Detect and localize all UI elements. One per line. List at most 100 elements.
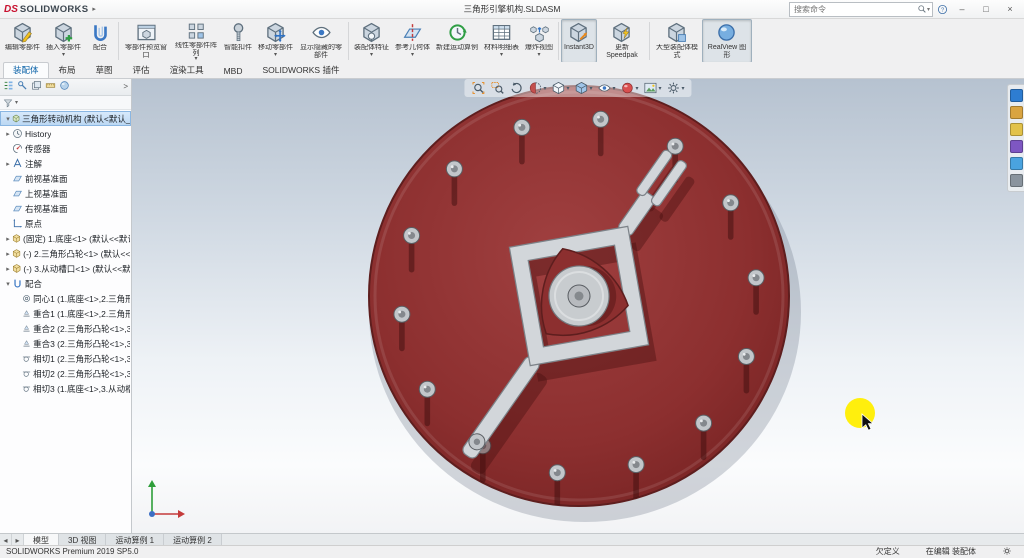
appearances-scenes-button[interactable] bbox=[1009, 157, 1023, 170]
panel-property-icon bbox=[18, 81, 27, 90]
tree-item[interactable]: ▾ 三角形转动机构 (默认<默认_显示状态- bbox=[0, 111, 131, 126]
tree-expand-arrow[interactable]: ▸ bbox=[4, 250, 12, 258]
zoom-area-button[interactable] bbox=[489, 80, 505, 96]
design-library-button[interactable] bbox=[1009, 106, 1023, 119]
ribbon-button-bom[interactable]: 材料明细表 ▾ bbox=[481, 19, 522, 63]
panel-config-tab[interactable] bbox=[31, 80, 42, 93]
search-caret-icon[interactable]: ▾ bbox=[927, 6, 930, 13]
tree-item[interactable]: 重合3 (2.三角形凸轮<1>,3.从动 bbox=[0, 336, 131, 351]
custom-properties-button[interactable] bbox=[1009, 174, 1023, 187]
ribbon-button-assembly-features[interactable]: 装配体特征 ▾ bbox=[351, 19, 392, 63]
ribbon-button-show-hidden[interactable]: 显示隐藏的零部件 bbox=[296, 19, 346, 63]
tree-item[interactable]: ▸ (固定) 1.底座<1> (默认<<默认>_显 bbox=[0, 231, 131, 246]
zoom-fit-button[interactable] bbox=[470, 80, 486, 96]
dropdown-caret-icon: ▾ bbox=[61, 52, 65, 59]
tree-expand-arrow[interactable]: ▸ bbox=[4, 160, 12, 168]
tree-item-label: 相切3 (1.底座<1>,3.从动槽口<1 bbox=[32, 383, 130, 394]
close-button[interactable]: × bbox=[1000, 2, 1020, 16]
tab-SOLIDWORKS 插件[interactable]: SOLIDWORKS 插件 bbox=[252, 62, 349, 78]
minimize-button[interactable]: – bbox=[952, 2, 972, 16]
show-hidden-icon bbox=[311, 26, 331, 39]
ribbon-button-component-preview[interactable]: 零部件预览窗口 bbox=[121, 19, 171, 63]
ribbon-button-label: 装配体特征 bbox=[354, 44, 389, 51]
ribbon-button-linear-pattern[interactable]: 线性零部件阵列 ▾ bbox=[171, 19, 221, 63]
solidworks-resources-button[interactable] bbox=[1009, 89, 1023, 102]
tab-评估[interactable]: 评估 bbox=[123, 62, 160, 78]
section-view-button[interactable]: ▾ bbox=[527, 80, 547, 96]
tree-item[interactable]: 传感器 bbox=[0, 141, 131, 156]
realview-icon bbox=[718, 24, 736, 41]
tab-渲染工具[interactable]: 渲染工具 bbox=[160, 62, 214, 78]
tree-expand-arrow[interactable]: ▸ bbox=[4, 130, 12, 138]
panel-display-tab[interactable] bbox=[59, 80, 70, 93]
ribbon-button-speedpak[interactable]: 更新 Speedpak bbox=[597, 19, 647, 63]
maximize-button[interactable]: □ bbox=[976, 2, 996, 16]
speedpak-icon bbox=[613, 22, 631, 43]
ribbon-button-reference-geometry[interactable]: 参考几何体 ▾ bbox=[392, 19, 433, 63]
ribbon-button-insert-component[interactable]: 插入零部件 ▾ bbox=[43, 19, 84, 63]
edit-appearance-button[interactable]: ▾ bbox=[620, 80, 640, 96]
panel-flyout-chevron[interactable]: > bbox=[123, 82, 128, 91]
tree-item[interactable]: ▸ (-) 3.从动槽口<1> (默认<<默认>_ bbox=[0, 261, 131, 276]
tree-item[interactable]: 上视基准面 bbox=[0, 186, 131, 201]
menu-expand-icon[interactable]: ▸ bbox=[92, 5, 96, 13]
tree-item[interactable]: ▸ History bbox=[0, 126, 131, 141]
ribbon-button-large-assembly[interactable]: 大型装配体模式 bbox=[652, 19, 702, 63]
display-style-button[interactable]: ▾ bbox=[573, 80, 593, 96]
tree-expand-arrow[interactable]: ▾ bbox=[4, 280, 12, 288]
tab-草图[interactable]: 草图 bbox=[86, 62, 123, 78]
statusbar-options-button[interactable] bbox=[1002, 546, 1012, 558]
hide-show-items-button[interactable]: ▾ bbox=[596, 80, 616, 96]
tree-expand-arrow[interactable]: ▸ bbox=[4, 265, 12, 273]
edit-appearance-icon bbox=[622, 82, 633, 94]
dropdown-caret-icon: ▾ bbox=[681, 85, 685, 92]
file-explorer-button[interactable] bbox=[1009, 123, 1023, 136]
tree-item[interactable]: ▸ 注解 bbox=[0, 156, 131, 171]
panel-dimxpert-tab[interactable] bbox=[45, 80, 56, 93]
reference-geometry-icon bbox=[403, 24, 422, 41]
ribbon-button-mate[interactable]: 配合 bbox=[84, 19, 116, 63]
panel-property-tab[interactable] bbox=[17, 80, 28, 93]
help-icon[interactable]: ? bbox=[937, 4, 948, 15]
tree-item[interactable]: 相切3 (1.底座<1>,3.从动槽口<1 bbox=[0, 381, 131, 396]
ribbon-button-label: 线性零部件阵列 bbox=[175, 41, 217, 56]
ribbon-button-move-component[interactable]: 移动零部件 ▾ bbox=[255, 19, 296, 63]
ribbon-button-edit-component[interactable]: 编辑零部件 bbox=[2, 19, 43, 63]
previous-view-button[interactable] bbox=[508, 80, 524, 96]
panel-tree-tab[interactable] bbox=[3, 80, 14, 93]
tree-item[interactable]: 前视基准面 bbox=[0, 171, 131, 186]
ribbon-button-instant3d[interactable]: Instant3D bbox=[561, 19, 597, 63]
view-orientation-button[interactable]: ▾ bbox=[550, 80, 570, 96]
tree-item[interactable]: 相切1 (2.三角形凸轮<1>,3.从动 bbox=[0, 351, 131, 366]
ribbon-button-exploded-view[interactable]: 爆炸视图 ▾ bbox=[522, 19, 556, 63]
tree-item[interactable]: 相切2 (2.三角形凸轮<1>,3.从动 bbox=[0, 366, 131, 381]
tree-item[interactable]: 同心1 (1.底座<1>,2.三角形凸轮 bbox=[0, 291, 131, 306]
options-gear-icon bbox=[1003, 546, 1011, 555]
apply-scene-button[interactable]: ▾ bbox=[643, 80, 663, 96]
tab-布局[interactable]: 布局 bbox=[49, 62, 86, 78]
tree-expand-arrow[interactable]: ▸ bbox=[4, 235, 12, 243]
tree-item[interactable]: ▾ 配合 bbox=[0, 276, 131, 291]
tree-item[interactable]: 原点 bbox=[0, 216, 131, 231]
view-settings-button[interactable]: ▾ bbox=[666, 80, 686, 96]
tab-装配体[interactable]: 装配体 bbox=[3, 62, 49, 78]
ribbon-button-label: 配合 bbox=[93, 44, 107, 51]
tree-filter[interactable]: ▾ bbox=[0, 96, 131, 110]
statusbar-right: 欠定义 在编辑 装配体 bbox=[876, 546, 1018, 558]
tree-item-label: 相切2 (2.三角形凸轮<1>,3.从动 bbox=[33, 368, 130, 379]
tree-item[interactable]: 重合2 (2.三角形凸轮<1>,3.从动 bbox=[0, 321, 131, 336]
ribbon-button-realview[interactable]: RealView 图形 bbox=[701, 19, 752, 63]
ribbon-button-smart-fasteners[interactable]: 智能扣件 bbox=[221, 19, 255, 63]
search-input[interactable] bbox=[792, 3, 917, 15]
3d-viewport-scene[interactable] bbox=[132, 78, 1024, 534]
search-icon[interactable] bbox=[917, 4, 927, 14]
view-palette-button[interactable] bbox=[1009, 140, 1023, 153]
tab-MBD[interactable]: MBD bbox=[214, 64, 253, 78]
tree-item[interactable]: ▸ (-) 2.三角形凸轮<1> (默认<<默认> bbox=[0, 246, 131, 261]
tree-expand-arrow[interactable]: ▾ bbox=[4, 115, 12, 123]
tree-item-label: 同心1 (1.底座<1>,2.三角形凸轮 bbox=[33, 293, 130, 304]
tree-item[interactable]: 重合1 (1.底座<1>,2.三角形凸轮 bbox=[0, 306, 131, 321]
tree-item[interactable]: 右视基准面 bbox=[0, 201, 131, 216]
statusbar-text: 欠定义 bbox=[875, 547, 900, 556]
ribbon-button-motion-study[interactable]: 新建运动算例 bbox=[433, 19, 481, 63]
